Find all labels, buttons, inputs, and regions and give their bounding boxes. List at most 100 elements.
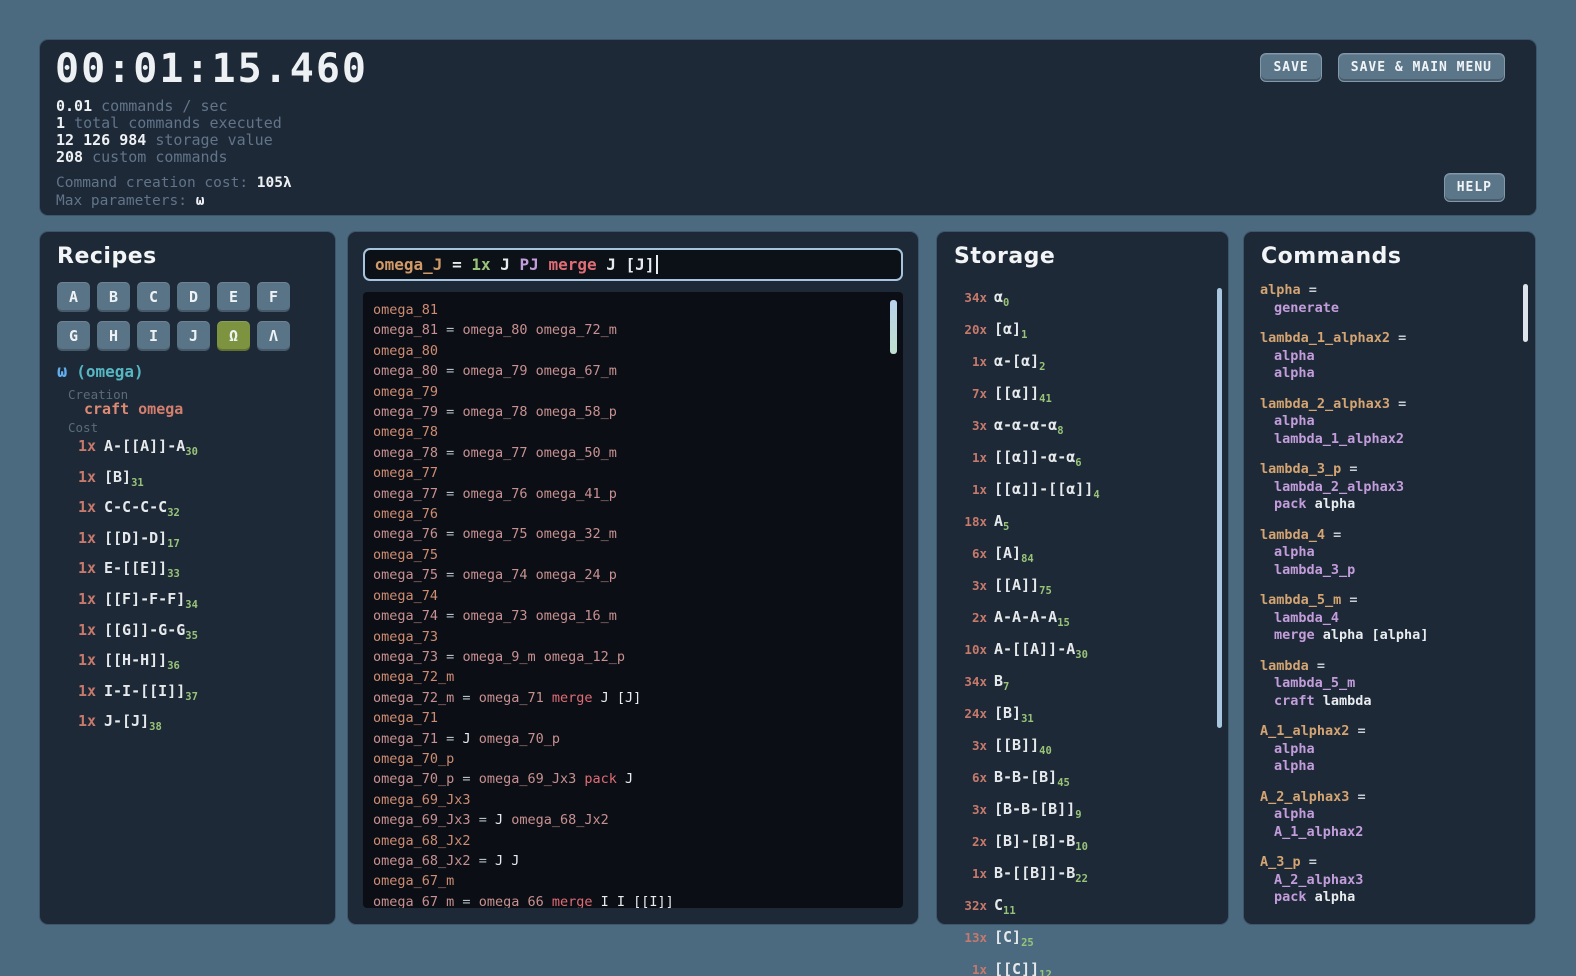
command-log-line[interactable]: omega_77 [373,463,903,483]
recipe-tab-G[interactable]: G [57,321,90,351]
command-log-line[interactable]: omega_72_m [373,667,903,687]
command-block[interactable]: lambda_2_alphax3 =alphalambda_1_alphax2 [1260,396,1521,449]
command-log-line[interactable]: omega_77 = omega_76 omega_41_p [373,484,903,504]
command-log-line[interactable]: omega_70_p = omega_69_Jx3 pack J [373,769,903,789]
command-log-line[interactable]: omega_81 = omega_80 omega_72_m [373,320,903,340]
token: omega_69_Jx3 [373,812,471,828]
max-params-label: Max parameters: [56,193,187,209]
storage-scrollbar-thumb[interactable] [1217,288,1222,728]
token: lambda_5_m [1274,675,1355,691]
command-log-line[interactable]: omega_69_Jx3 = J omega_68_Jx2 [373,810,903,830]
storage-count: 20x [951,317,987,343]
command-log-line[interactable]: omega_73 = omega_9_m omega_12_p [373,647,903,667]
token: omega_76 [373,506,438,522]
stat-value: 208 [56,148,83,166]
command-log-line[interactable]: omega_71 [373,708,903,728]
recipe-tab-E[interactable]: E [217,282,250,312]
command-log-line[interactable]: omega_78 = omega_77 omega_50_m [373,443,903,463]
cost-item: 1x[[D]-D]17 [68,526,198,557]
command-input-text: omega_J = 1x J PJ merge J [J] [375,255,654,274]
recipe-tab-B[interactable]: B [97,282,130,312]
command-log-line[interactable]: omega_69_Jx3 [373,790,903,810]
token: omega_70_p [373,751,454,767]
token: omega_74 [462,567,527,583]
recipe-tab-C[interactable]: C [137,282,170,312]
save-main-menu-button[interactable]: SAVE & MAIN MENU [1338,53,1505,82]
command-log-line[interactable]: omega_71 = J omega_70_p [373,729,903,749]
creation-cost-value: 105λ [257,175,292,191]
command-log-line[interactable]: omega_80 [373,341,903,361]
token: omega_78 [373,445,438,461]
command-log-line[interactable]: omega_67_m [373,871,903,891]
save-button[interactable]: SAVE [1260,53,1321,82]
command-log-line[interactable]: omega_74 [373,586,903,606]
item-formula: [[C]]12 [994,960,1052,976]
help-button[interactable]: HELP [1444,173,1505,202]
storage-item: 34xB7 [951,668,1214,700]
recipe-tab-H[interactable]: H [97,321,130,351]
token: lambda_1_alphax2 [1274,431,1404,447]
command-log-line[interactable]: omega_68_Jx2 = J J [373,851,903,871]
storage-item: 1x[[C]]12 [951,956,1214,976]
item-formula: [α]1 [994,320,1027,338]
command-log-line[interactable]: omega_72_m = omega_71 merge J [J] [373,688,903,708]
recipe-tab-Λ[interactable]: Λ [257,321,290,351]
command-block[interactable]: lambda_3_p =lambda_2_alphax3pack alpha [1260,461,1521,514]
recipe-tab-Ω[interactable]: Ω [217,321,250,351]
item-formula: [[α]]-[[α]]4 [994,480,1100,498]
command-log-line[interactable]: omega_70_p [373,749,903,769]
command-log-line[interactable]: omega_75 [373,545,903,565]
command-log-line[interactable]: omega_75 = omega_74 omega_24_p [373,565,903,585]
command-block[interactable]: A_3_p =A_2_alphax3pack alpha [1260,854,1521,907]
command-log-line[interactable]: omega_78 [373,422,903,442]
recipe-tab-A[interactable]: A [57,282,90,312]
token: = [462,771,470,787]
editor-scrollbar-thumb[interactable] [890,300,897,354]
token: = [446,649,454,665]
command-block[interactable]: lambda_4 =alphalambda_3_p [1260,527,1521,580]
editor-panel: omega_J = 1x J PJ merge J [J] omega_81om… [348,232,918,924]
command-name: lambda_2_alphax3 = [1260,396,1521,414]
command-log-line[interactable]: omega_73 [373,627,903,647]
command-block[interactable]: lambda =lambda_5_mcraft lambda [1260,658,1521,711]
item-formula: E-[[E]]33 [104,559,180,577]
token: omega_70_p [479,731,560,747]
token: omega_75 [462,526,527,542]
token: omega_73 [373,629,438,645]
cost-item: 1xI-I-[[I]]37 [68,679,198,710]
token: craft [1274,693,1315,709]
command-log-line[interactable]: omega_76 [373,504,903,524]
elapsed-timer: 00:01:15.460 [55,46,368,92]
command-log-line[interactable]: omega_79 [373,382,903,402]
commands-scrollbar-thumb[interactable] [1523,284,1528,342]
command-log-line[interactable]: omega_76 = omega_75 omega_32_m [373,524,903,544]
token: omega_75 [373,547,438,563]
command-log-line[interactable]: omega_81 [373,300,903,320]
command-body-line: alpha [1260,365,1521,383]
command-block[interactable]: lambda_1_alphax2 =alphaalpha [1260,330,1521,383]
equals-sign: = [1325,527,1341,543]
recipe-tab-D[interactable]: D [177,282,210,312]
command-block[interactable]: A_2_alphax3 =alphaA_1_alphax2 [1260,789,1521,842]
token: lambda_4 [1274,610,1339,626]
command-log-line[interactable]: omega_67_m = omega_66 merge I I [[I]] [373,892,903,908]
item-formula: [[H-H]]36 [104,651,180,669]
recipe-tab-I[interactable]: I [137,321,170,351]
command-block[interactable]: A_1_alphax2 =alphaalpha [1260,723,1521,776]
recipe-tab-J[interactable]: J [177,321,210,351]
help-wrap: HELP [1444,173,1505,202]
command-log-line[interactable]: omega_79 = omega_78 omega_58_p [373,402,903,422]
storage-count: 1x [951,349,987,375]
command-log-line[interactable]: omega_80 = omega_79 omega_67_m [373,361,903,381]
token: = [462,894,470,908]
stat-total-commands: 1 total commands executed [56,115,282,132]
equals-sign: = [1390,396,1406,412]
token: alpha [1315,889,1356,905]
command-log-line[interactable]: omega_74 = omega_73 omega_16_m [373,606,903,626]
recipe-tab-F[interactable]: F [257,282,290,312]
command-body-line: pack alpha [1260,889,1521,907]
command-input[interactable]: omega_J = 1x J PJ merge J [J] [363,248,903,281]
command-block[interactable]: alpha =generate [1260,282,1521,317]
command-log-line[interactable]: omega_68_Jx2 [373,831,903,851]
command-block[interactable]: lambda_5_m =lambda_4merge alpha [alpha] [1260,592,1521,645]
